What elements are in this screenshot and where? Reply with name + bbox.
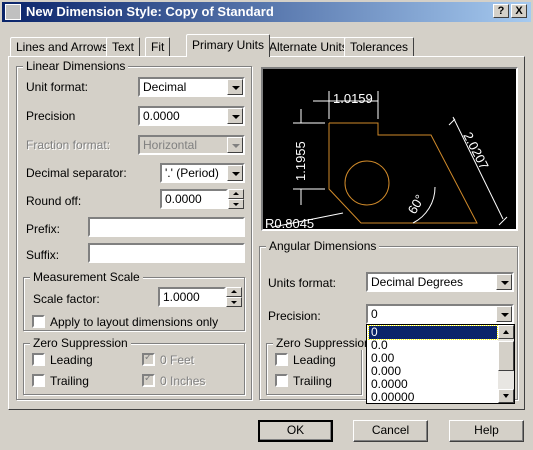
scroll-down-icon[interactable] [498, 389, 514, 403]
suffix-label: Suffix: [26, 248, 60, 262]
tab-tolerances[interactable]: Tolerances [344, 37, 415, 56]
leading-checkbox[interactable] [32, 353, 45, 366]
preview-angle: 60° [405, 192, 428, 217]
feet-checkbox[interactable] [142, 352, 155, 366]
unit-format-label: Unit format: [26, 80, 89, 94]
trailing-label: Trailing [50, 374, 89, 388]
tab-fit[interactable]: Fit [145, 37, 171, 56]
angular-leading-label: Leading [293, 353, 336, 367]
tab-primary-units[interactable]: Primary Units [186, 34, 271, 57]
precision-select[interactable]: 0.0000 [138, 106, 245, 126]
apply-layout-checkbox[interactable] [32, 315, 45, 328]
title-bar: New Dimension Style: Copy of Standard ? … [2, 2, 531, 22]
prefix-label: Prefix: [26, 222, 61, 236]
spin-down-icon[interactable] [228, 199, 244, 209]
trailing-checkbox[interactable] [32, 374, 45, 387]
fraction-format-label: Fraction format: [26, 138, 111, 152]
close-icon[interactable]: X [511, 4, 527, 18]
units-format-select[interactable]: Decimal Degrees [366, 272, 514, 292]
dimension-preview: 1.0159 1.1955 2.0207 60° R0.8045 [261, 67, 518, 231]
dimension-style-dialog: New Dimension Style: Copy of Standard ? … [0, 0, 533, 450]
leading-label: Leading [50, 353, 93, 367]
angular-precision-value: 0 [371, 307, 378, 321]
inches-label: 0 Inches [160, 374, 206, 388]
scroll-thumb[interactable] [498, 341, 514, 371]
preview-drawing: 1.0159 1.1955 2.0207 60° R0.8045 [265, 91, 508, 229]
preview-radius: R0.8045 [265, 216, 314, 229]
spin-up-icon[interactable] [228, 189, 244, 199]
scroll-up-icon[interactable] [498, 325, 514, 339]
angular-trailing-label: Trailing [293, 374, 332, 388]
unit-format-select[interactable]: Decimal [138, 77, 245, 97]
preview-shape [328, 122, 478, 224]
apply-layout-label: Apply to layout dimensions only [50, 315, 219, 329]
fraction-format-value: Horizontal [143, 138, 198, 152]
linear-dimensions-label: Linear Dimensions [23, 59, 129, 73]
precision-option[interactable]: 0 [368, 325, 498, 340]
preview-dim-top: 1.0159 [333, 91, 373, 106]
preview-dim-right: 2.0207 [460, 130, 491, 172]
help-title-button[interactable]: ? [493, 4, 509, 18]
chevron-down-icon[interactable] [227, 79, 243, 95]
units-format-label: Units format: [268, 276, 337, 290]
chevron-down-icon[interactable] [227, 165, 243, 181]
inches-checkbox[interactable] [142, 373, 155, 387]
round-off-label: Round off: [26, 194, 82, 208]
scale-factor-label: Scale factor: [33, 292, 100, 306]
measurement-scale-label: Measurement Scale [30, 270, 143, 284]
chevron-down-icon[interactable] [227, 108, 243, 124]
decimal-separator-select[interactable]: '.' (Period) [160, 163, 245, 183]
dropdown-scrollbar[interactable] [498, 325, 514, 403]
decimal-separator-label: Decimal separator: [26, 166, 127, 180]
decimal-separator-value: '.' (Period) [165, 166, 219, 180]
tab-text[interactable]: Text [106, 37, 141, 56]
scale-factor-spinner[interactable] [226, 287, 242, 307]
units-format-value: Decimal Degrees [371, 275, 464, 289]
unit-format-value: Decimal [143, 80, 187, 94]
round-off-spinner[interactable] [228, 189, 244, 209]
angular-leading-checkbox[interactable] [275, 353, 288, 366]
suffix-input[interactable] [88, 243, 245, 263]
angular-trailing-checkbox[interactable] [275, 374, 288, 387]
round-off-input[interactable]: 0.0000 [160, 189, 228, 209]
precision-dropdown-list[interactable]: 0 0.0 0.00 0.000 0.0000 0.00000 [366, 324, 515, 404]
app-icon [5, 4, 21, 20]
angular-precision-select[interactable]: 0 [366, 304, 514, 324]
spin-up-icon[interactable] [226, 287, 242, 297]
ok-button[interactable]: OK [258, 420, 333, 442]
preview-circle [344, 160, 390, 206]
angular-zero-suppression-label: Zero Suppression [273, 336, 374, 350]
spin-down-icon[interactable] [226, 297, 242, 307]
help-button[interactable]: Help [449, 420, 524, 442]
prefix-input[interactable] [88, 217, 245, 237]
chevron-down-icon[interactable] [496, 274, 512, 290]
feet-label: 0 Feet [160, 353, 195, 367]
chevron-down-icon[interactable] [227, 137, 243, 153]
angular-precision-label: Precision: [268, 309, 321, 323]
tab-alternate-units[interactable]: Alternate Units [263, 37, 354, 56]
zero-suppression-label: Zero Suppression [30, 336, 131, 350]
cancel-button[interactable]: Cancel [353, 420, 428, 442]
window-title: New Dimension Style: Copy of Standard [26, 4, 274, 19]
fraction-format-select[interactable]: Horizontal [138, 135, 245, 155]
precision-value: 0.0000 [143, 109, 180, 123]
precision-label: Precision [26, 109, 76, 123]
chevron-down-icon[interactable] [496, 306, 512, 322]
preview-dim-left: 1.1955 [293, 141, 308, 181]
precision-option[interactable]: 0.00000 [369, 391, 497, 404]
tab-lines-and-arrows[interactable]: Lines and Arrows [10, 37, 115, 56]
angular-dimensions-label: Angular Dimensions [266, 239, 380, 253]
scale-factor-input[interactable]: 1.0000 [158, 287, 226, 307]
